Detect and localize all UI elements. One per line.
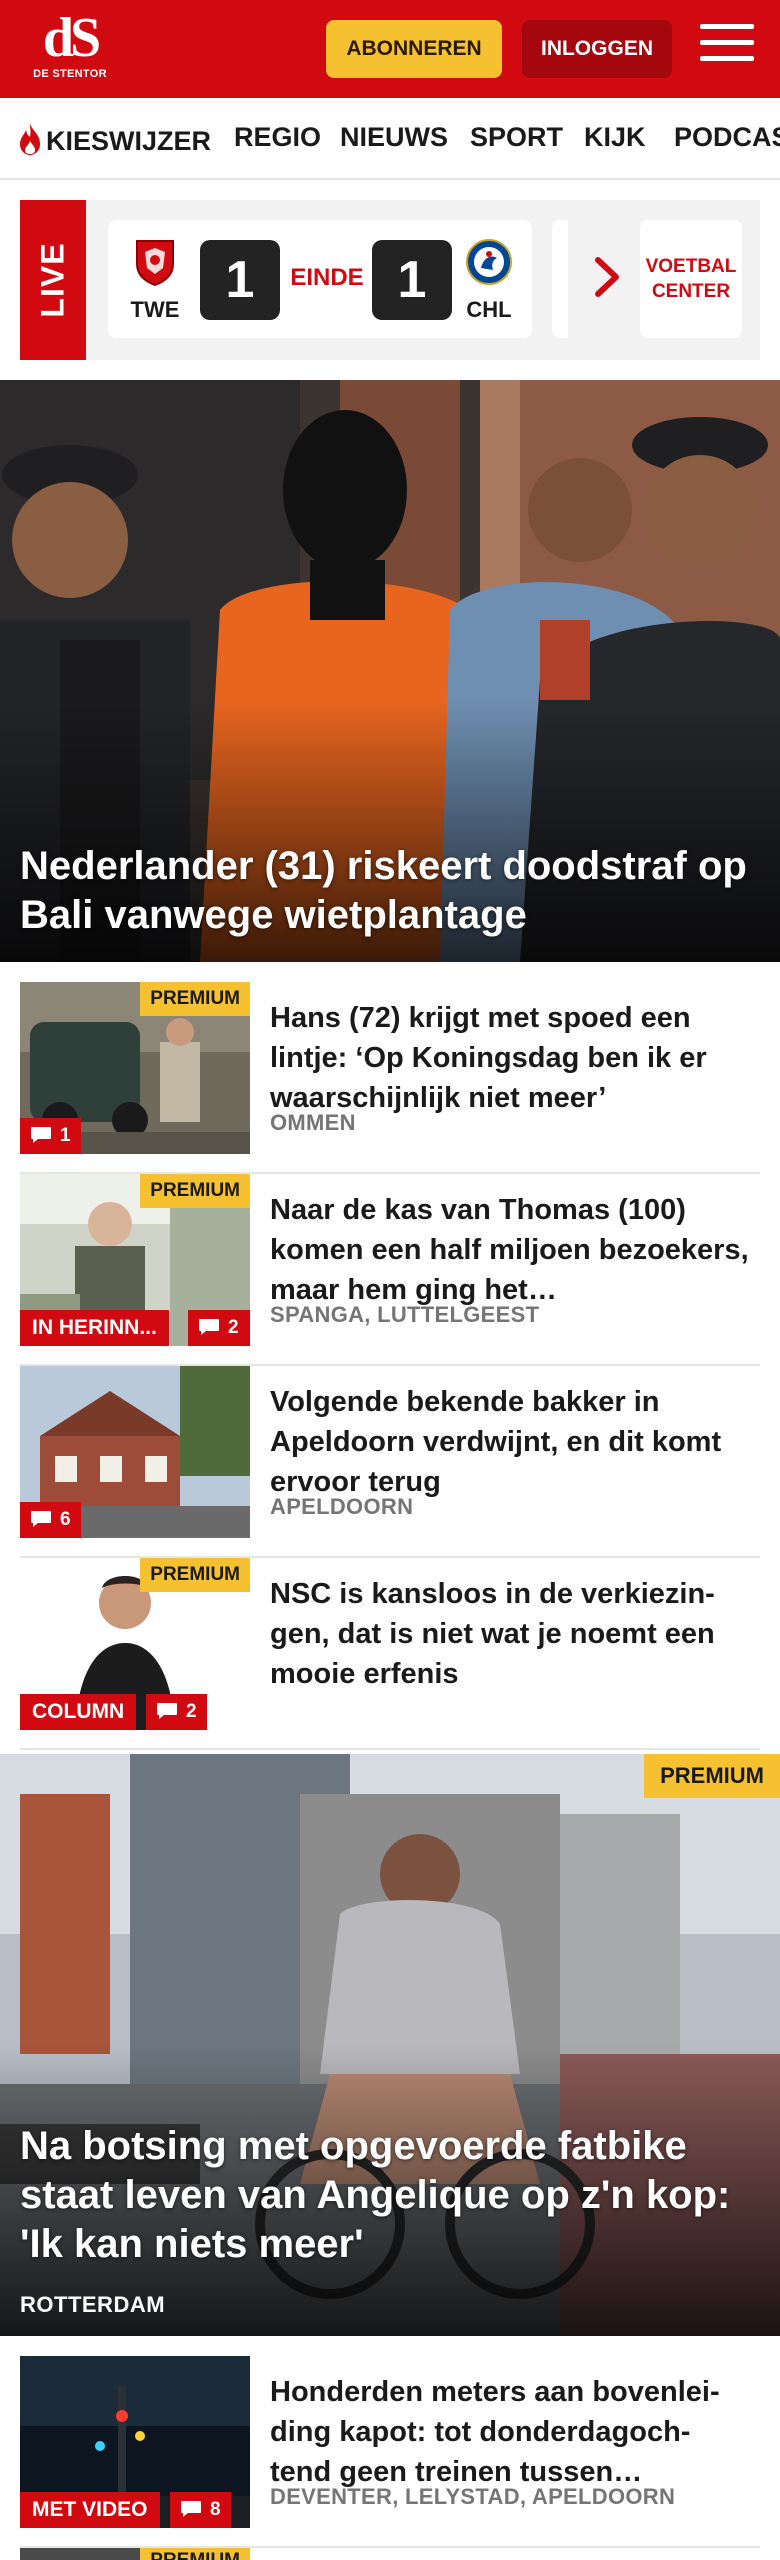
comment-bubble-icon xyxy=(199,1319,219,1335)
list-item[interactable]: 6 Volgende bekende bakker in Apeldoorn v… xyxy=(20,1366,760,1558)
feature-location: ROTTERDAM xyxy=(20,2292,166,2317)
away-team-name: CHL xyxy=(466,297,512,322)
feature-title: Na botsing met opgevoerde fatbike staat … xyxy=(20,2124,731,2266)
live-label: LIVE xyxy=(20,200,86,360)
comment-count-badge: 1 xyxy=(20,1118,81,1154)
feature-article[interactable]: PREMIUM Na botsing met opgevoerde fatbik… xyxy=(0,1754,780,2336)
comment-bubble-icon xyxy=(157,1703,177,1719)
article-thumbnail: MET VIDEO 8 xyxy=(20,2356,250,2528)
comment-count-badge: 8 xyxy=(170,2492,231,2528)
article-thumbnail: PREMIUM xyxy=(20,2548,250,2560)
article-title: Hans (72) krijgt met spoed een lintje: ‘… xyxy=(270,1002,707,1114)
article-title: NSC is kansloos in de verkiezin-gen, dat… xyxy=(270,1578,715,1690)
comment-count-badge: 6 xyxy=(20,1502,81,1538)
nav-item-kieswijzer[interactable]: KIESWIJZER xyxy=(18,122,211,157)
away-score: 1 xyxy=(372,240,452,320)
home-team-name: TWE xyxy=(130,297,180,322)
hero-article[interactable]: Nederlander (31) riskeert doodstraf op B… xyxy=(0,380,780,962)
article-title: Volgende bekende bakker in Apeldoorn ver… xyxy=(270,1386,722,1498)
match-card[interactable]: TWE 1 EINDE 1 CHL xyxy=(108,220,532,338)
nav-item-regio[interactable]: REGIO xyxy=(234,122,321,153)
article-title: Honderden meters aan bovenlei-ding kapot… xyxy=(270,2376,720,2488)
article-location: DEVENTER, LELYSTAD, APELDOORN xyxy=(270,2484,676,2509)
article-thumbnail: 6 xyxy=(20,1366,250,1538)
category-label: COLUMN xyxy=(20,1694,137,1730)
flame-icon xyxy=(20,123,40,155)
premium-badge: PREMIUM xyxy=(140,2548,250,2560)
premium-badge: PREMIUM xyxy=(140,1558,250,1592)
premium-badge: PREMIUM xyxy=(140,1174,250,1208)
logo-mark: dS xyxy=(42,7,101,69)
article-thumbnail: PREMIUM 1 xyxy=(20,982,250,1154)
hero-title: Nederlander (31) riskeert doodstraf op B… xyxy=(20,844,747,937)
chelsea-crest-icon xyxy=(466,239,512,285)
article-thumbnail: PREMIUM IN HERINN... 2 xyxy=(20,1174,250,1346)
comment-count: 8 xyxy=(210,2499,221,2520)
away-team: CHL xyxy=(454,238,524,323)
chevron-right-icon[interactable] xyxy=(588,252,628,302)
site-logo[interactable]: dS DE STENTOR xyxy=(30,7,110,90)
comment-count-badge: 2 xyxy=(146,1694,207,1730)
comment-count: 2 xyxy=(228,1317,239,1338)
list-item[interactable]: MET VIDEO 8 Honderden meters aan bovenle… xyxy=(20,2356,760,2548)
category-label: IN HERINN... xyxy=(20,1310,169,1346)
comment-bubble-icon xyxy=(181,2501,201,2517)
list-item[interactable]: PREMIUM xyxy=(20,2548,760,2560)
article-location: SPANGA, LUTTELGEEST xyxy=(270,1302,540,1327)
article-location: OMMEN xyxy=(270,1110,356,1135)
premium-badge: PREMIUM xyxy=(644,1754,780,1798)
subscribe-button[interactable]: ABONNEREN xyxy=(326,20,502,78)
twente-crest-icon xyxy=(136,240,174,287)
video-label: MET VIDEO xyxy=(20,2492,160,2528)
live-scores-bar: LIVE TWE 1 EINDE 1 CHL VOETBAL CENTER xyxy=(20,200,760,360)
voetbal-center-button[interactable]: VOETBAL CENTER xyxy=(640,220,742,338)
nav-item-podcasts[interactable]: PODCASTS xyxy=(674,122,780,153)
list-item[interactable]: PREMIUM COLUMN 2 NSC is kansloos in de v… xyxy=(20,1558,760,1750)
comment-count: 2 xyxy=(186,1701,197,1722)
section-nav: KIESWIJZER REGIO NIEUWS SPORT KIJK PODCA… xyxy=(0,98,780,180)
site-header: dS DE STENTOR ABONNEREN INLOGGEN xyxy=(0,0,780,98)
nav-item-sport[interactable]: SPORT xyxy=(470,122,563,153)
comment-bubble-icon xyxy=(31,1127,51,1143)
nav-item-label: KIESWIJZER xyxy=(46,126,212,156)
comment-count-badge: 2 xyxy=(188,1310,250,1346)
home-team: TWE xyxy=(120,238,190,323)
match-status: EINDE xyxy=(290,264,364,291)
comment-bubble-icon xyxy=(31,1511,51,1527)
nav-item-nieuws[interactable]: NIEUWS xyxy=(340,122,448,153)
login-button[interactable]: INLOGGEN xyxy=(522,20,672,78)
list-item[interactable]: PREMIUM IN HERINN... 2 Naar de kas van T… xyxy=(20,1174,760,1366)
home-score: 1 xyxy=(200,240,280,320)
comment-count: 6 xyxy=(60,1509,71,1530)
article-title: Naar de kas van Thomas (100) komen een h… xyxy=(270,1194,749,1306)
premium-badge: PREMIUM xyxy=(140,982,250,1016)
hamburger-menu-icon[interactable] xyxy=(700,24,754,72)
logo-subtitle: DE STENTOR xyxy=(33,68,107,80)
nav-item-kijk[interactable]: KIJK xyxy=(584,122,646,153)
next-match-card[interactable] xyxy=(552,220,568,338)
article-location: APELDOORN xyxy=(270,1494,414,1519)
list-item[interactable]: PREMIUM 1 Hans (72) krijgt met spoed een… xyxy=(20,982,760,1174)
article-thumbnail: PREMIUM COLUMN 2 xyxy=(20,1558,250,1730)
comment-count: 1 xyxy=(60,1125,71,1146)
